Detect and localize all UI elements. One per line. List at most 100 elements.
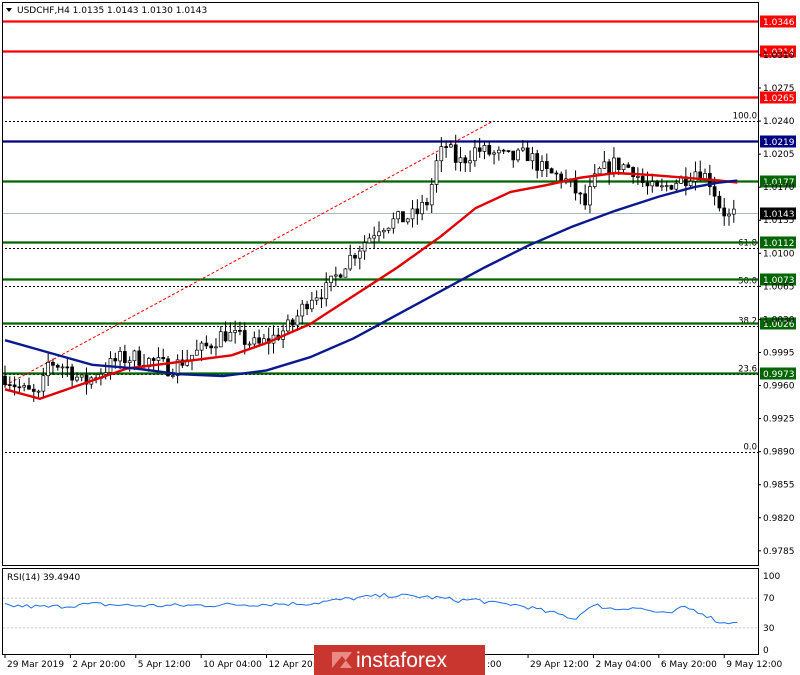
candle-body [204,342,209,347]
candle-body [218,331,223,348]
candle-body [290,319,295,326]
candle-body [636,176,640,178]
candle-body [717,195,722,209]
candle-body [578,192,583,195]
candle-body [3,375,7,385]
candle-body [223,331,228,342]
fib-level-label: 38.2 [738,317,757,327]
chart-area-frame [2,2,759,566]
rsi-tick-label: 0 [763,646,769,656]
candle-body [492,152,496,155]
price-level-label: 1.0346 [763,18,795,28]
candle-body [377,231,381,237]
candle-body [362,242,367,252]
candle-body [170,375,175,377]
y-tick-label: 1.0275 [763,84,795,94]
price-level-label: 1.0219 [763,138,795,148]
y-tick-label: 0.9925 [763,415,795,425]
candle-body [314,297,319,301]
y-tick-label: 1.0170 [763,183,795,193]
price-level-label: 1.0265 [763,94,795,104]
candle-body [410,208,415,220]
candle-body [353,254,357,259]
candle-body [300,303,305,317]
y-tick-label: 0.9890 [763,448,795,458]
candle-body [12,384,17,388]
candle-body [497,149,501,154]
candle-body [401,211,405,223]
candle-body [151,358,156,361]
candle-body [238,330,242,332]
candle-body [640,176,645,183]
candle-body [535,153,540,171]
rsi-label: RSI(14) 39.4940 [7,573,80,583]
candle-body [415,208,420,215]
candle-body [544,161,549,170]
candle-body [65,366,70,369]
candle-body [549,168,554,174]
candle-body [199,342,204,351]
candle-body [79,374,84,378]
price-level-label: 1.0112 [763,239,795,249]
candle-body [731,208,736,215]
y-tick-label: 1.0135 [763,216,795,226]
candle-body [487,145,492,155]
candle-body [214,346,218,349]
candle-body [420,202,424,215]
y-tick-label: 0.9960 [763,382,795,392]
candle-body [688,181,693,186]
instaforex-logo: instaforex [314,645,485,675]
candle-body [444,146,448,148]
candle-body [305,303,309,310]
candle-body [103,372,108,375]
candle-body [338,274,343,278]
candle-body [367,237,372,244]
price-level-label: 0.9973 [763,370,795,380]
candle-body [118,351,122,362]
x-tick-label: 9 May 12:00 [726,660,782,670]
candle-body [645,182,650,187]
candle-body [516,149,520,161]
candle-body [429,184,434,206]
candle-body [664,185,669,187]
candle-body [506,150,511,152]
candle-body [669,185,674,190]
price-chart: 100.061.850.038.223.60.0 1.03461.03141.0… [2,2,796,675]
candle-body [616,157,621,170]
candle-body [27,385,31,390]
candle-body [674,183,679,190]
candle-body [501,149,506,152]
candle-body [477,147,482,152]
candle-body [233,330,237,333]
candle-body [55,364,60,368]
candle-body [391,218,396,229]
candle-body [252,337,257,345]
candle-body [482,145,487,152]
x-tick-label: 29 Mar 2019 [7,660,64,670]
candle-body [7,384,12,386]
candle-body [583,193,588,206]
symbol-header: USDCHF,H4 1.0135 1.0143 1.0130 1.0143 [17,6,207,16]
candle-body [727,213,731,217]
x-tick-label: 6 May 20:00 [661,660,717,670]
candle-body [381,229,386,233]
candle-body [597,167,602,175]
candle-body [655,181,659,187]
fib-level-label: 100.0 [733,112,757,122]
candle-body [520,147,525,151]
rsi-tick-label: 30 [763,624,775,634]
candle-body [329,275,333,283]
rsi-tick-label: 100 [763,572,780,582]
candle-body [324,282,329,300]
candle-body [161,357,166,360]
candle-body [602,161,607,169]
candle-body [194,349,199,356]
candle-body [631,167,635,178]
candle-body [386,227,391,231]
x-tick-label: 10 Apr 04:00 [203,660,262,670]
x-tick-label: 29 Apr 12:00 [530,660,589,670]
x-tick-partial-label: :00 [487,660,502,670]
y-tick-label: 1.0065 [763,282,795,292]
candle-body [439,146,444,162]
y-tick-label: 1.0205 [763,150,795,160]
